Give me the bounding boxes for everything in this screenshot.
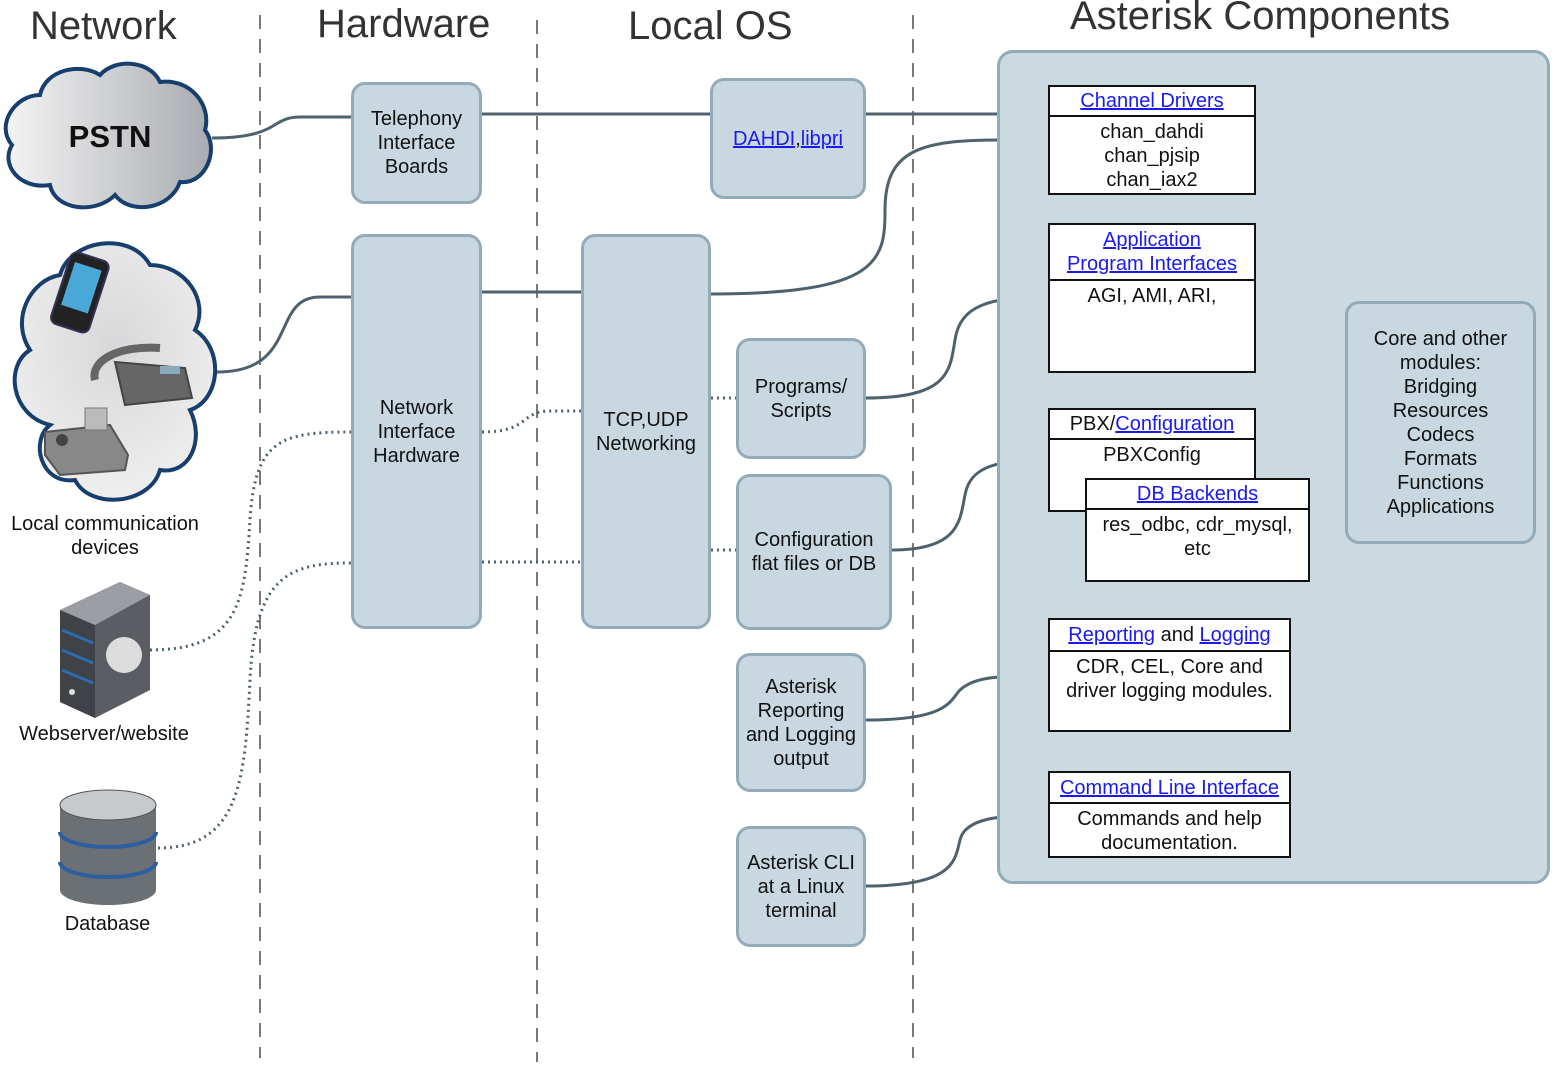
cli-link[interactable]: Command Line Interface <box>1060 776 1279 800</box>
channel-drivers-link[interactable]: Channel Drivers <box>1080 89 1223 113</box>
database-icon <box>58 789 158 905</box>
pbx-config-list: PBXConfig <box>1103 444 1201 466</box>
channel-drivers-box: Channel Drivers chan_dahdi chan_pjsip ch… <box>1048 85 1256 195</box>
channel-drivers-list: chan_dahdi chan_pjsip chan_iax2 <box>1100 121 1204 191</box>
reporting-link[interactable]: Reporting <box>1068 624 1155 646</box>
connector-database-nic <box>157 561 352 850</box>
core-modules-box: Core and other modules: Bridging Resourc… <box>1345 301 1536 544</box>
database-label: Database <box>64 913 151 935</box>
pstn-label: PSTN <box>68 119 152 154</box>
libpri-link[interactable]: libpri <box>801 128 843 150</box>
api-box: Application Program Interfaces AGI, AMI, … <box>1048 223 1256 373</box>
and-text: and <box>1155 624 1200 646</box>
programs-scripts: Programs/ Scripts <box>736 338 866 459</box>
dahdi-libpri-box: DAHDI,libpri <box>710 78 866 199</box>
connector-local-nic <box>216 295 351 374</box>
logging-link[interactable]: Logging <box>1200 624 1271 646</box>
asterisk-reporting-output: Asterisk Reporting and Logging output <box>736 653 866 792</box>
network-interface-hardware: Network Interface Hardware <box>351 234 482 629</box>
reporting-list: CDR, CEL, Core and driver logging module… <box>1066 656 1273 702</box>
telephony-interface-boards: Telephony Interface Boards <box>351 82 482 204</box>
header-local-os: Local OS <box>628 4 793 48</box>
api-link-2[interactable]: Program Interfaces <box>1067 252 1237 276</box>
header-hardware: Hardware <box>317 2 491 46</box>
configuration-link[interactable]: Configuration <box>1115 413 1234 435</box>
api-list: AGI, AMI, ARI, <box>1087 285 1217 307</box>
webserver-label: Webserver/website <box>19 723 189 745</box>
configuration-files: Configuration flat files or DB <box>736 474 892 630</box>
db-backends-link[interactable]: DB Backends <box>1137 482 1258 506</box>
db-backends-box: DB Backends res_odbc, cdr_mysql, etc <box>1085 478 1310 582</box>
asterisk-cli-terminal: Asterisk CLI at a Linux terminal <box>736 826 866 947</box>
cli-list: Commands and help documentation. <box>1077 808 1262 854</box>
header-network: Network <box>30 4 177 48</box>
pbx-prefix: PBX/ <box>1069 413 1116 435</box>
cli-box: Command Line Interface Commands and help… <box>1048 771 1291 858</box>
connector-nic-tcp-dotted <box>481 409 581 434</box>
tcp-udp-networking: TCP,UDP Networking <box>581 234 711 629</box>
dahdi-link[interactable]: DAHDI <box>733 128 795 150</box>
reporting-logging-box: Reporting and Logging CDR, CEL, Core and… <box>1048 618 1291 732</box>
connector-pstn-telephony <box>211 115 351 140</box>
db-backends-list: res_odbc, cdr_mysql, etc <box>1102 514 1293 560</box>
api-link-1[interactable]: Application <box>1103 228 1201 252</box>
header-asterisk-components: Asterisk Components <box>1070 0 1451 38</box>
local-devices-label: Local communication devices <box>11 513 199 559</box>
webserver-icon <box>60 582 150 718</box>
